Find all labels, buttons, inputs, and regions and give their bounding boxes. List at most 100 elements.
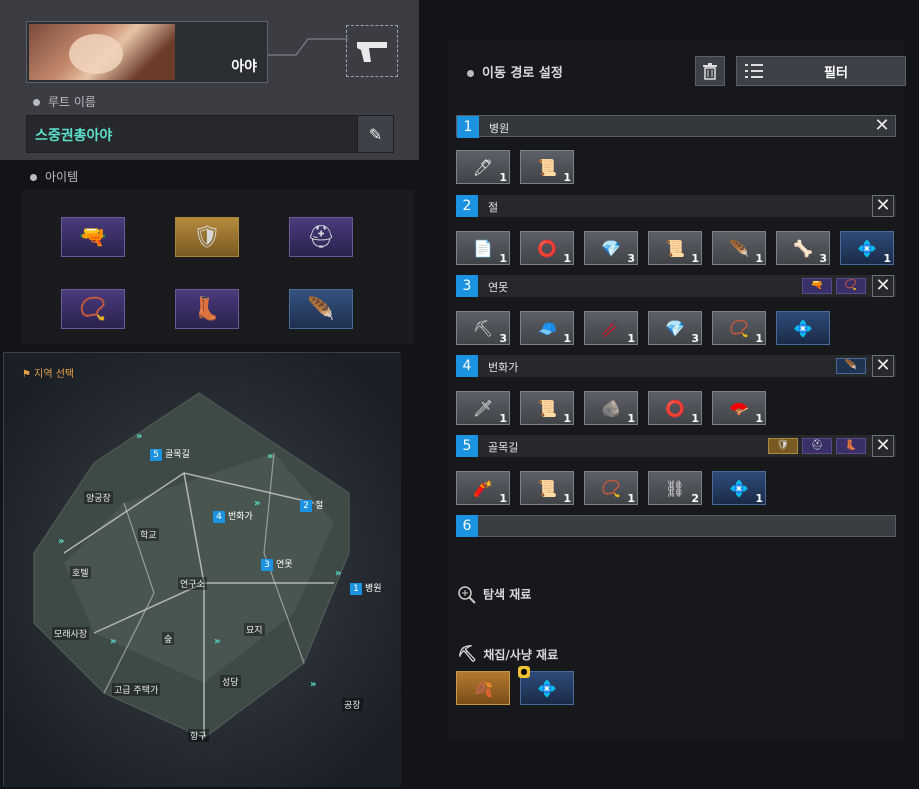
route-zone-6[interactable]: 6 (456, 515, 896, 537)
place-factory[interactable]: 공장 (342, 698, 363, 711)
route-zone-1[interactable]: 1 병원 ✕ (456, 115, 896, 138)
route-item[interactable]: ⛏ 3 (456, 311, 510, 345)
priority-badge-icon: ● (518, 666, 530, 678)
remove-zone-button[interactable]: ✕ (871, 116, 893, 138)
item-count: 1 (499, 171, 507, 184)
route-item[interactable]: 💠 1 (712, 471, 766, 505)
map-panel[interactable]: ⚑ 지역 선택 5 골목길 2절 4 번화가 3 연못 1 병원 양궁장 학교 호텔 모… (3, 352, 401, 787)
item-count: 1 (563, 171, 571, 184)
map-label-text: 지역 선택 (34, 369, 75, 380)
character-portrait[interactable]: 아야 (26, 21, 268, 83)
item-count: 1 (563, 252, 571, 265)
route-item[interactable]: 🗡 1 (456, 391, 510, 425)
bullet-icon (30, 174, 37, 181)
route-item[interactable]: 💠 1 (840, 231, 894, 265)
route-item[interactable]: ⭕ 1 (520, 231, 574, 265)
place-uptown[interactable]: 고급 주택가 (112, 683, 161, 696)
route-item[interactable]: 🪨 1 (584, 391, 638, 425)
route-zone-4[interactable]: 4 번화가 🪶 ✕ (456, 355, 896, 377)
item-icon: 📜 (537, 478, 557, 498)
remove-zone-button[interactable]: ✕ (872, 275, 894, 297)
delete-route-button[interactable] (695, 56, 725, 86)
crystal-icon: 💠 (537, 678, 557, 698)
item-count: 1 (499, 252, 507, 265)
marker-label: 절 (315, 501, 324, 511)
character-face-image (29, 24, 175, 80)
route-item[interactable]: 📜 1 (520, 471, 574, 505)
place-research-center[interactable]: 연구소 (178, 577, 207, 590)
map-marker-3[interactable]: 3 연못 (261, 557, 293, 571)
route-item[interactable]: ⭕ 1 (648, 391, 702, 425)
item-count: 1 (627, 412, 635, 425)
pickaxe-icon: ⛏ (457, 644, 478, 663)
item-icon: 📜 (537, 157, 557, 177)
route-item[interactable]: 📿 1 (712, 311, 766, 345)
map-region-select[interactable]: ⚑ 지역 선택 (22, 365, 74, 380)
route-item[interactable]: 🪶 1 (712, 231, 766, 265)
boots-icon: 👢 (193, 296, 221, 322)
gather-item[interactable]: 🍂 (456, 671, 510, 705)
marker-number: 2 (300, 500, 312, 512)
place-beach[interactable]: 모래사장 (52, 627, 90, 640)
weapon-slot[interactable] (346, 25, 398, 77)
remove-zone-button[interactable]: ✕ (872, 355, 894, 377)
place-forest[interactable]: 숲 (162, 632, 175, 645)
map-marker-2[interactable]: 2절 (300, 498, 323, 512)
item-icon: ⛓ (664, 478, 686, 498)
chevron-right-icon: » (136, 431, 143, 442)
item-count: 1 (755, 252, 763, 265)
map-marker-4[interactable]: 4 번화가 (213, 509, 253, 523)
item-icon: 💎 (601, 238, 621, 258)
route-item[interactable]: 📜 1 (520, 150, 574, 184)
place-hotel[interactable]: 호텔 (70, 566, 91, 579)
place-archery[interactable]: 양궁장 (84, 491, 113, 504)
route-item[interactable]: 💠 (776, 311, 830, 345)
place-cemetery[interactable]: 묘지 (244, 623, 265, 636)
route-zone-3[interactable]: 3 연못 🔫 📿 ✕ (456, 275, 896, 297)
route-item[interactable]: 🥢 1 (584, 311, 638, 345)
item-count: 1 (627, 492, 635, 505)
equipment-slot-head[interactable]: ⛑ (289, 217, 353, 257)
route-name-label: 루트 이름 (48, 95, 96, 109)
route-zone-5[interactable]: 5 골목길 🛡 ⛑ 👢 ✕ (456, 435, 896, 457)
item-icon: 🧨 (473, 478, 493, 498)
equipment-slot-accessory[interactable]: 🪶 (289, 289, 353, 329)
equipment-slot-leg[interactable]: 👢 (175, 289, 239, 329)
place-chapel[interactable]: 성당 (220, 675, 241, 688)
filter-button[interactable]: 필터 (736, 56, 906, 86)
marker-number: 1 (350, 583, 362, 595)
route-zone-2[interactable]: 2 절 ✕ (456, 195, 896, 217)
bullet-icon (467, 70, 474, 77)
boots-icon: 👢 (836, 438, 866, 454)
route-item[interactable]: 📿 1 (584, 471, 638, 505)
route-item[interactable]: 💎 3 (584, 231, 638, 265)
item-icon: 📿 (729, 318, 749, 338)
route-item[interactable]: 🦴 3 (776, 231, 830, 265)
equipment-slot-arm[interactable]: 📿 (61, 289, 125, 329)
route-item[interactable]: 🖊 1 (456, 150, 510, 184)
chevron-right-icon: » (267, 451, 274, 462)
map-marker-1[interactable]: 1 병원 (350, 581, 382, 595)
route-item[interactable]: 📜 1 (648, 231, 702, 265)
remove-zone-button[interactable]: ✕ (872, 195, 894, 217)
route-name-field[interactable]: 스중권총아야 ✎ (26, 115, 394, 153)
route-item[interactable]: 🪭 1 (712, 391, 766, 425)
route-item[interactable]: 🧢 1 (520, 311, 574, 345)
route-item[interactable]: ⛓ 2 (648, 471, 702, 505)
route-item[interactable]: 📜 1 (520, 391, 574, 425)
route-item[interactable]: 🧨 1 (456, 471, 510, 505)
item-icon: 📜 (537, 398, 557, 418)
edit-route-name-button[interactable]: ✎ (357, 116, 393, 152)
place-harbor[interactable]: 항구 (188, 729, 209, 742)
map-marker-5[interactable]: 5 골목길 (150, 447, 190, 461)
connector-line (268, 38, 348, 56)
place-school[interactable]: 학교 (138, 528, 159, 541)
equipment-slot-chest[interactable]: 🛡 (175, 217, 239, 257)
character-name: 아야 (231, 59, 257, 75)
item-icon: 📜 (665, 238, 685, 258)
equipment-slot-weapon[interactable]: 🔫 (61, 217, 125, 257)
remove-zone-button[interactable]: ✕ (872, 435, 894, 457)
route-item[interactable]: 📄 1 (456, 231, 510, 265)
route-item[interactable]: 💎 3 (648, 311, 702, 345)
route-title-text: 이동 경로 설정 (482, 66, 563, 81)
